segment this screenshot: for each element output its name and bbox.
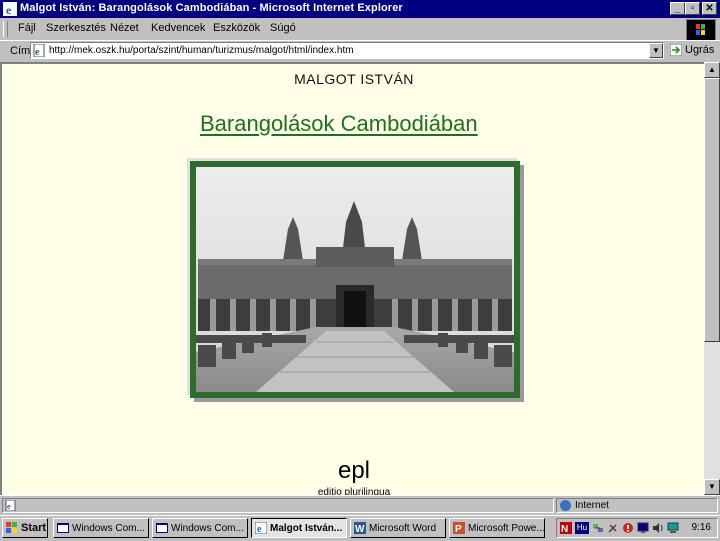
temple-photo[interactable] [196, 167, 514, 392]
taskbar-item-microsoft-powerpoint[interactable]: P Microsoft Powe... [449, 518, 545, 538]
antivirus-icon[interactable]: N [560, 522, 572, 534]
go-arrow-icon [670, 44, 682, 56]
start-button[interactable]: Start [2, 518, 48, 538]
go-button[interactable]: Ugrás [668, 43, 718, 59]
publisher-logo[interactable]: epl [2, 457, 704, 485]
svg-text:e: e [257, 524, 262, 534]
folder-window-icon [156, 523, 168, 533]
menu-edit[interactable]: Szerkesztés [46, 22, 106, 34]
start-label: Start [21, 522, 47, 534]
page-author: MALGOT ISTVÁN [294, 71, 414, 87]
address-input[interactable]: e http://mek.oszk.hu/porta/szint/human/t… [30, 42, 664, 59]
taskbar-item-internet-explorer[interactable]: e Malgot István... [251, 518, 347, 538]
zone-label: Internet [575, 500, 609, 511]
internet-explorer-icon: e [3, 2, 17, 16]
menu-favorites[interactable]: Kedvencek [151, 22, 205, 34]
system-tray: N Hu 9:16 [556, 518, 718, 538]
windows-flag-icon [6, 522, 17, 533]
task-label: Windows Com... [72, 523, 145, 534]
word-icon: W [354, 522, 366, 534]
svg-text:W: W [355, 524, 365, 534]
tools-icon[interactable] [607, 522, 619, 534]
windows-logo-icon [686, 19, 716, 41]
taskbar-item-windows-commander-1[interactable]: Windows Com... [53, 518, 149, 538]
status-message-pane: e [2, 498, 554, 513]
language-indicator[interactable]: Hu [575, 522, 589, 534]
toolbar-grip[interactable] [3, 21, 8, 37]
internet-explorer-icon: e [255, 522, 267, 534]
title-bar[interactable]: e Malgot István: Barangolások Cambodiába… [0, 0, 720, 18]
vertical-scrollbar[interactable]: ▲ ▼ [704, 62, 720, 495]
menu-view[interactable]: Nézet [110, 22, 139, 34]
close-button[interactable]: ✕ [702, 2, 717, 15]
browser-window: e Malgot István: Barangolások Cambodiába… [0, 0, 720, 541]
restore-button[interactable]: ▫ [685, 2, 700, 15]
globe-icon [560, 500, 571, 511]
page-icon: e [33, 44, 45, 57]
svg-text:e: e [7, 502, 11, 511]
svg-text:e: e [6, 3, 12, 16]
scroll-thumb[interactable] [704, 78, 720, 342]
scroll-down-button[interactable]: ▼ [704, 479, 720, 495]
monitor-icon[interactable] [667, 522, 679, 534]
powerpoint-icon: P [453, 522, 465, 534]
volume-icon[interactable] [652, 522, 664, 534]
menu-tools[interactable]: Eszközök [213, 22, 260, 34]
page-title-link[interactable]: Barangolások Cambodiában [200, 111, 478, 137]
status-bar: e Internet [0, 495, 720, 516]
svg-text:N: N [561, 524, 568, 534]
address-url: http://mek.oszk.hu/porta/szint/human/tur… [49, 45, 354, 56]
clock[interactable]: 9:16 [692, 522, 711, 533]
alert-icon[interactable] [622, 522, 634, 534]
taskbar-item-microsoft-word[interactable]: W Microsoft Word [350, 518, 446, 538]
display-icon[interactable] [637, 522, 649, 534]
task-label: Microsoft Powe... [468, 523, 545, 534]
taskbar-item-windows-commander-2[interactable]: Windows Com... [152, 518, 248, 538]
task-label: Malgot István... [270, 523, 343, 534]
angkor-wat-image [196, 167, 514, 392]
network-icon[interactable] [592, 522, 604, 534]
address-label: Cím [10, 45, 31, 57]
go-label: Ugrás [685, 44, 715, 56]
page-status-icon: e [5, 500, 16, 511]
address-dropdown-button[interactable]: ▼ [649, 43, 663, 58]
task-label: Windows Com... [171, 523, 244, 534]
folder-window-icon [57, 523, 69, 533]
menu-help[interactable]: Súgó [270, 22, 296, 34]
security-zone-pane: Internet [556, 498, 718, 513]
publisher-subtitle: editio plurilingua [317, 487, 391, 495]
address-bar: Cím e http://mek.oszk.hu/porta/szint/hum… [0, 40, 720, 63]
svg-text:e: e [35, 47, 40, 57]
minimize-button[interactable]: _ [670, 2, 685, 15]
taskbar: Start Windows Com... Windows Com... e Ma… [0, 515, 720, 541]
menu-file[interactable]: Fájl [18, 22, 36, 34]
window-title: Malgot István: Barangolások Cambodiában … [20, 2, 403, 14]
menu-bar: Fájl Szerkesztés Nézet Kedvencek Eszközö… [0, 18, 720, 41]
task-label: Microsoft Word [369, 523, 437, 534]
photo-frame [190, 161, 520, 398]
scroll-up-button[interactable]: ▲ [704, 62, 720, 78]
page-viewport[interactable]: MALGOT ISTVÁN Barangolások Cambodiában e… [0, 62, 704, 495]
svg-text:P: P [455, 524, 462, 534]
